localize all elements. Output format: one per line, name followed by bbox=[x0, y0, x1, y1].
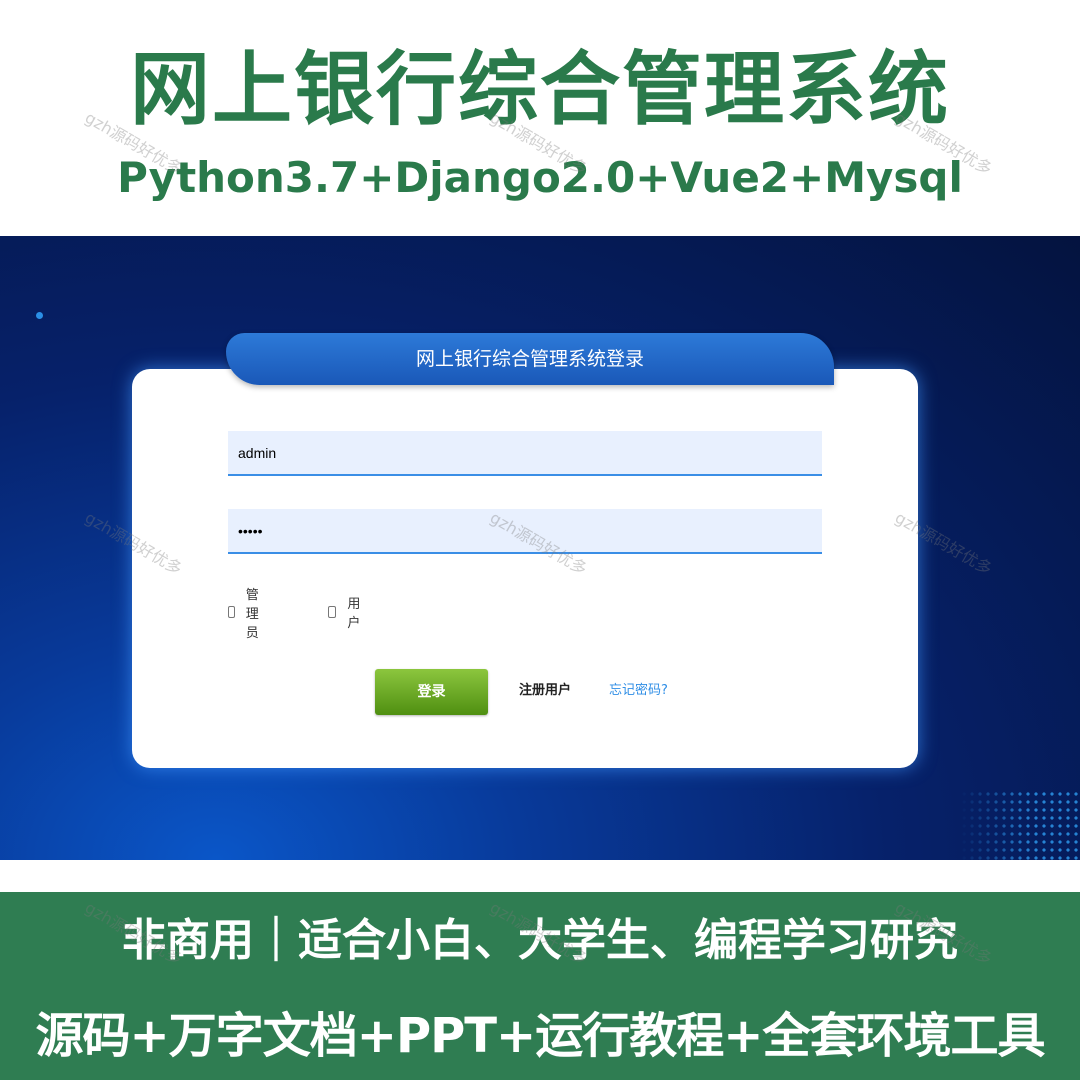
decorative-dot bbox=[36, 312, 43, 319]
admin-checkbox[interactable] bbox=[228, 606, 235, 618]
login-header-tab: 网上银行综合管理系统登录 bbox=[226, 333, 834, 385]
decorative-dot-grid bbox=[960, 790, 1080, 860]
login-button[interactable]: 登录 bbox=[375, 669, 488, 715]
user-checkbox[interactable] bbox=[328, 606, 337, 618]
role-user-option[interactable]: 用户 bbox=[328, 597, 364, 631]
tagline-usage: 非商用｜适合小白、大学生、编程学习研究 bbox=[122, 915, 958, 966]
role-admin-option[interactable]: 管理员 bbox=[228, 588, 264, 641]
main-title: 网上银行综合管理系统 bbox=[130, 43, 950, 136]
forgot-password-link[interactable]: 忘记密码? bbox=[609, 679, 668, 698]
register-link[interactable]: 注册用户 bbox=[519, 679, 571, 698]
top-banner: 网上银行综合管理系统 Python3.7+Django2.0+Vue2+Mysq… bbox=[0, 0, 1080, 236]
tech-stack-subtitle: Python3.7+Django2.0+Vue2+Mysql bbox=[117, 153, 963, 202]
password-input[interactable] bbox=[228, 509, 822, 554]
bottom-banner: 非商用｜适合小白、大学生、编程学习研究 源码+万字文档+PPT+运行教程+全套环… bbox=[0, 860, 1080, 1080]
login-card: 管理员 用户 登录 注册用户 忘记密码? bbox=[132, 369, 918, 768]
login-screen: 管理员 用户 登录 注册用户 忘记密码? 网上银行综合管理系统登录 bbox=[0, 236, 1080, 860]
admin-label: 管理员 bbox=[245, 587, 259, 641]
bottom-green-bar: 非商用｜适合小白、大学生、编程学习研究 源码+万字文档+PPT+运行教程+全套环… bbox=[0, 892, 1080, 1080]
tagline-contents: 源码+万字文档+PPT+运行教程+全套环境工具 bbox=[35, 1008, 1046, 1064]
user-label: 用户 bbox=[347, 597, 361, 631]
username-input[interactable] bbox=[228, 431, 822, 476]
